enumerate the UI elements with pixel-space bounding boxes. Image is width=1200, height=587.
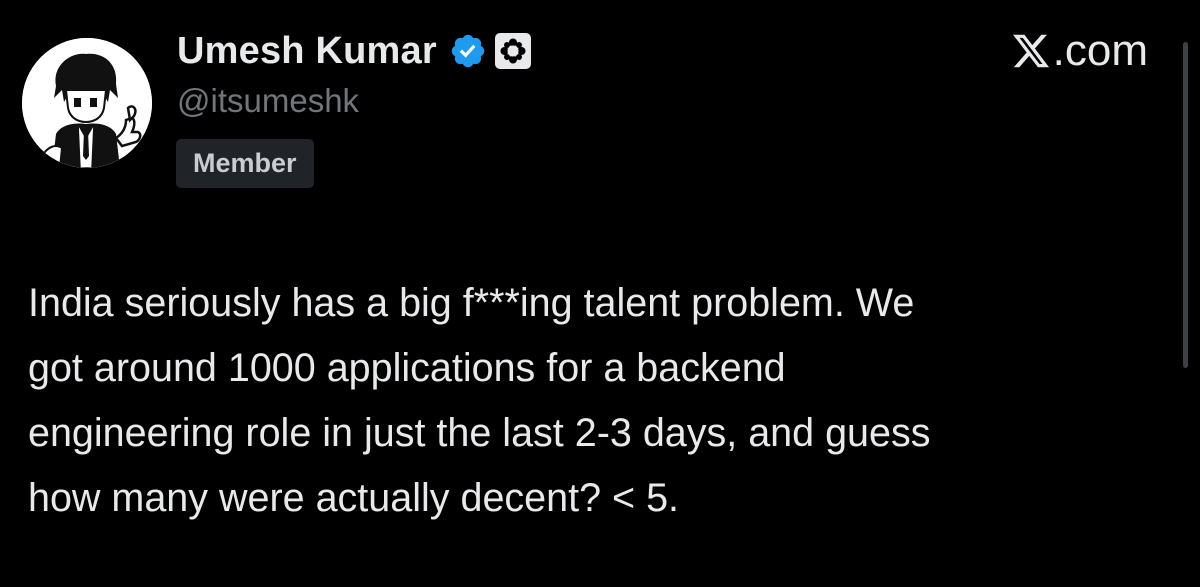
x-logo-icon [1012, 34, 1049, 68]
tweet-line: India seriously has a big f***ing talent… [28, 281, 915, 325]
avatar-illustration [22, 38, 152, 168]
author-display-name[interactable]: Umesh Kumar [177, 30, 437, 73]
scrollbar[interactable] [1183, 42, 1188, 368]
avatar[interactable] [22, 38, 152, 168]
tweet-text: India seriously has a big f***ing talent… [28, 271, 1168, 531]
tweet-card: Umesh Kumar @itsumeshk Member .com India… [0, 0, 1200, 587]
brand-label: .com [1052, 26, 1148, 75]
author-handle[interactable]: @itsumeshk [177, 82, 359, 120]
tweet-line: engineering role in just the last 2-3 da… [28, 411, 931, 455]
affiliate-org-glyph [500, 38, 526, 64]
brand-watermark: .com [1011, 26, 1148, 76]
tweet-line: got around 1000 applications for a backe… [28, 346, 786, 390]
verified-badge-icon[interactable] [449, 32, 487, 70]
affiliate-org-icon[interactable] [494, 33, 531, 69]
author-name-row: Umesh Kumar [177, 26, 531, 76]
tweet-line: how many were actually decent? < 5. [28, 476, 680, 520]
member-badge: Member [176, 139, 314, 188]
